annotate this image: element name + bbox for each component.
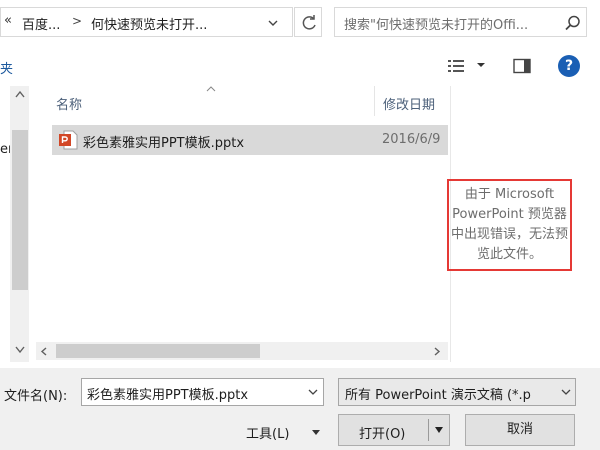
cancel-button[interactable]: 取消 — [465, 414, 575, 446]
scroll-down-icon[interactable] — [15, 346, 25, 354]
file-date: 2016/6/9 — [382, 132, 441, 147]
scroll-left-icon[interactable] — [40, 347, 48, 356]
horizontal-scrollbar[interactable] — [36, 342, 448, 360]
chevron-down-icon[interactable] — [561, 388, 571, 396]
scroll-up-icon[interactable] — [15, 90, 25, 98]
file-row[interactable]: 彩色素雅实用PPT模板.pptx 2016/6/9 — [52, 125, 448, 155]
column-divider[interactable] — [374, 86, 375, 116]
overflow-chevron-icon[interactable]: « — [4, 13, 12, 28]
sort-ascending-icon — [206, 86, 216, 92]
search-icon[interactable] — [564, 14, 582, 32]
open-button-label: 打开(O) — [359, 427, 406, 442]
preview-error-message: 由于 Microsoft PowerPoint 预览器中出现错误，无法预览此文件… — [447, 179, 572, 271]
chevron-down-icon[interactable] — [265, 15, 281, 31]
filename-label: 文件名(N): — [4, 389, 68, 404]
scroll-right-icon[interactable] — [433, 347, 441, 356]
open-button[interactable]: 打开(O) — [338, 414, 450, 446]
column-header-name[interactable]: 名称 — [56, 94, 82, 113]
breadcrumb-separator[interactable]: > — [72, 14, 82, 28]
open-dropdown-icon[interactable] — [434, 426, 444, 434]
nav-vertical-scrollbar[interactable] — [10, 86, 29, 362]
filename-value[interactable]: 彩色素雅实用PPT模板.pptx — [87, 384, 248, 403]
address-bar[interactable]: « 百度... > 何快速预览未打开... — [0, 7, 293, 37]
column-header-date[interactable]: 修改日期 — [383, 94, 435, 113]
refresh-button[interactable] — [294, 7, 322, 37]
help-icon[interactable]: ? — [558, 55, 580, 77]
breadcrumb-item[interactable]: 百度... — [22, 14, 60, 33]
breadcrumb-item[interactable]: 何快速预览未打开... — [91, 14, 207, 33]
preview-pane-icon[interactable] — [513, 58, 531, 74]
powerpoint-file-icon — [59, 130, 78, 150]
tools-menu[interactable]: 工具(L) — [246, 423, 289, 442]
scrollbar-thumb[interactable] — [12, 130, 28, 290]
file-name: 彩色素雅实用PPT模板.pptx — [83, 136, 245, 151]
refresh-icon — [302, 15, 316, 30]
view-details-icon[interactable] — [447, 58, 465, 74]
chevron-down-icon[interactable] — [308, 388, 318, 396]
filetype-value[interactable]: 所有 PowerPoint 演示文稿 (*.p — [345, 384, 559, 403]
filename-input[interactable]: 彩色素雅实用PPT模板.pptx — [81, 378, 324, 406]
search-box[interactable]: 搜索"何快速预览未打开的Offi... — [334, 7, 587, 37]
split-divider — [428, 419, 429, 441]
search-input[interactable]: 搜索"何快速预览未打开的Offi... — [344, 14, 528, 33]
toolbar-fragment[interactable]: 夹 — [0, 58, 13, 77]
filetype-select[interactable]: 所有 PowerPoint 演示文稿 (*.p — [338, 378, 576, 406]
tools-dropdown-icon[interactable] — [311, 428, 321, 436]
scrollbar-thumb[interactable] — [56, 344, 260, 358]
view-options-dropdown-icon[interactable] — [476, 60, 486, 70]
